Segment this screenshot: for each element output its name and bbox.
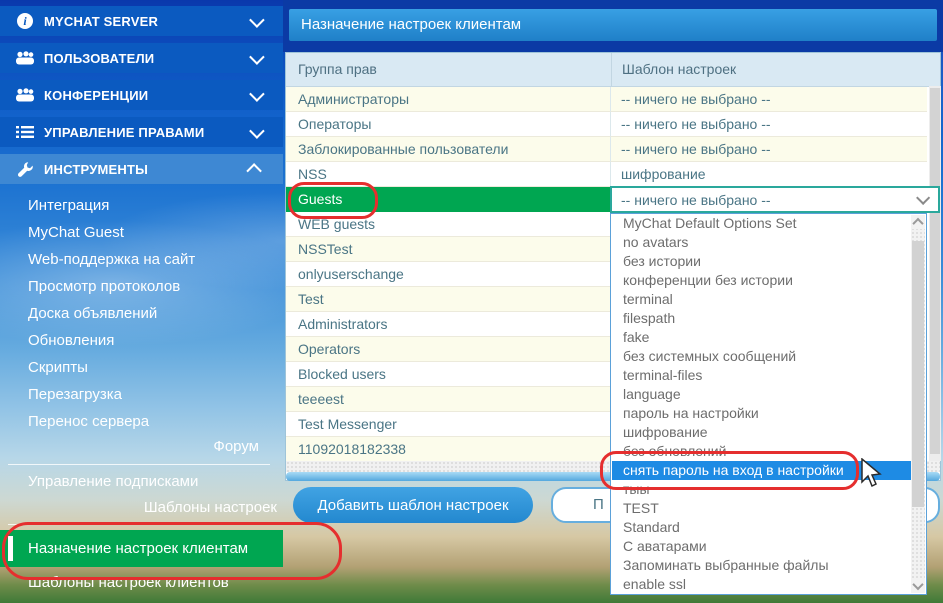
sidebar: i MYCHAT SERVER ПОЛЬЗОВАТЕЛИ КОНФЕРЕНЦИИ УПР…: [0, 0, 283, 603]
chevron-down-icon: [249, 86, 265, 102]
sidebar-item-forum[interactable]: Форум: [0, 438, 259, 455]
info-icon: i: [14, 13, 36, 29]
dropdown-item[interactable]: пароль на настройки: [612, 404, 912, 423]
dropdown-item[interactable]: terminal: [612, 290, 912, 309]
sidebar-subitem[interactable]: Перенос сервера: [0, 408, 283, 435]
template-cell[interactable]: -- ничего не выбрано --: [611, 112, 927, 137]
group-cell[interactable]: Операторы: [286, 112, 611, 137]
dropdown-scrollbar[interactable]: [911, 215, 925, 593]
template-select[interactable]: -- ничего не выбрано --: [610, 186, 940, 213]
sidebar-item-label: КОНФЕРЕНЦИИ: [44, 88, 250, 103]
dropdown-list: MyChat Default Options Setno avatarsбез …: [612, 214, 912, 594]
sidebar-subitem[interactable]: Скрипты: [0, 354, 283, 381]
tools-submenu: ИнтеграцияMyChat GuestWeb-поддержка на с…: [0, 192, 283, 435]
template-cell[interactable]: -- ничего не выбрано --: [611, 87, 927, 112]
scroll-down-icon[interactable]: [911, 579, 925, 593]
table-header: Группа прав Шаблон настроек: [286, 53, 940, 87]
group-cell[interactable]: 11092018182338: [286, 437, 611, 462]
dropdown-item[interactable]: С аватарами: [612, 537, 912, 556]
group-cell[interactable]: Operators: [286, 337, 611, 362]
sidebar-menu: i MYCHAT SERVER ПОЛЬЗОВАТЕЛИ КОНФЕРЕНЦИИ УПР…: [0, 0, 283, 184]
chevron-down-icon: [249, 49, 265, 65]
sidebar-item-0[interactable]: i MYCHAT SERVER: [0, 6, 283, 36]
dropdown-item[interactable]: без системных сообщений: [612, 347, 912, 366]
dropdown-item[interactable]: Standard: [612, 518, 912, 537]
group-cell[interactable]: Administrators: [286, 312, 611, 337]
dropdown-item[interactable]: language: [612, 385, 912, 404]
sidebar-item-subscriptions[interactable]: Управление подписками: [28, 473, 198, 490]
page-title: Назначение настроек клиентам: [289, 9, 937, 41]
chevron-down-icon: [916, 190, 930, 204]
chevron-down-icon: [249, 12, 265, 28]
table-row[interactable]: NSSшифрование: [286, 162, 927, 187]
sidebar-subitem[interactable]: Перезагрузка: [0, 381, 283, 408]
sidebar-subitem[interactable]: Web-поддержка на сайт: [0, 246, 283, 273]
sidebar-item-label: Назначение настроек клиентам: [28, 530, 248, 567]
conference-icon: [14, 88, 36, 102]
sidebar-subitem[interactable]: Доска объявлений: [0, 300, 283, 327]
group-cell[interactable]: WEB guests: [286, 212, 611, 237]
sidebar-item-label: ПОЛЬЗОВАТЕЛИ: [44, 51, 250, 66]
scrollbar-thumb[interactable]: [912, 241, 924, 507]
column-header-group[interactable]: Группа прав: [286, 53, 611, 86]
group-cell[interactable]: teeeest: [286, 387, 611, 412]
sidebar-item-label: MYCHAT SERVER: [44, 14, 250, 29]
table-row[interactable]: Заблокированные пользователи-- ничего не…: [286, 137, 927, 162]
active-marker: [8, 536, 13, 561]
dropdown-item[interactable]: конференции без истории: [612, 271, 912, 290]
column-header-template[interactable]: Шаблон настроек: [611, 53, 929, 86]
template-cell[interactable]: шифрование: [611, 162, 927, 187]
users-icon: [14, 51, 36, 65]
group-cell[interactable]: Test Messenger: [286, 412, 611, 437]
dropdown-item[interactable]: без обновлений: [612, 442, 912, 461]
sidebar-item-client-settings-templates[interactable]: Шаблоны настроек клиентов: [28, 574, 229, 591]
sidebar-subitem[interactable]: Просмотр протоколов: [0, 273, 283, 300]
group-cell[interactable]: NSSTest: [286, 237, 611, 262]
sidebar-item-label: ИНСТРУМЕНТЫ: [44, 162, 250, 177]
dropdown-item[interactable]: fake: [612, 328, 912, 347]
group-cell[interactable]: Blocked users: [286, 362, 611, 387]
table-row[interactable]: Администраторы-- ничего не выбрано --: [286, 87, 927, 112]
table-row[interactable]: Операторы-- ничего не выбрано --: [286, 112, 927, 137]
sidebar-subitem[interactable]: MyChat Guest: [0, 219, 283, 246]
sidebar-item-4[interactable]: ИНСТРУМЕНТЫ: [0, 154, 283, 184]
wrench-icon: [14, 161, 36, 178]
table-vertical-scrollbar[interactable]: [929, 86, 941, 461]
sidebar-item-2[interactable]: КОНФЕРЕНЦИИ: [0, 80, 283, 110]
select-value: -- ничего не выбрано --: [612, 192, 916, 208]
group-cell[interactable]: onlyuserschange: [286, 262, 611, 287]
dropdown-item[interactable]: шифрование: [612, 423, 912, 442]
dropdown-item[interactable]: enable ssl: [612, 575, 912, 594]
template-cell[interactable]: -- ничего не выбрано --: [611, 137, 927, 162]
dropdown-item[interactable]: снять пароль на вход в настройки: [612, 461, 912, 480]
add-template-button[interactable]: Добавить шаблон настроек: [293, 487, 533, 523]
scrollbar-thumb[interactable]: [930, 88, 940, 454]
sidebar-item-3[interactable]: УПРАВЛЕНИЕ ПРАВАМИ: [0, 117, 283, 147]
dropdown-item[interactable]: без истории: [612, 252, 912, 271]
sidebar-divider: [8, 464, 270, 465]
sidebar-item-assign-client-settings[interactable]: Назначение настроек клиентам: [0, 530, 283, 567]
dropdown-item[interactable]: MyChat Default Options Set: [612, 214, 912, 233]
sidebar-subitem[interactable]: Интеграция: [0, 192, 283, 219]
template-dropdown: MyChat Default Options Setno avatarsбез …: [610, 213, 927, 595]
list-icon: [14, 125, 36, 139]
scroll-up-icon[interactable]: [911, 215, 925, 229]
sidebar-item-1[interactable]: ПОЛЬЗОВАТЕЛИ: [0, 43, 283, 73]
dropdown-item[interactable]: Запоминать выбранные файлы: [612, 556, 912, 575]
dropdown-item[interactable]: filespath: [612, 309, 912, 328]
chevron-down-icon: [249, 123, 265, 139]
sidebar-item-settings-templates[interactable]: Шаблоны настроек: [0, 499, 277, 516]
dropdown-item[interactable]: TEST: [612, 499, 912, 518]
sidebar-item-label: УПРАВЛЕНИЕ ПРАВАМИ: [44, 125, 250, 140]
sidebar-divider: [8, 524, 270, 525]
group-cell[interactable]: Администраторы: [286, 87, 611, 112]
dropdown-item[interactable]: no avatars: [612, 233, 912, 252]
dropdown-item[interactable]: terminal-files: [612, 366, 912, 385]
group-cell[interactable]: Guests: [286, 187, 611, 212]
group-cell[interactable]: Test: [286, 287, 611, 312]
group-cell[interactable]: NSS: [286, 162, 611, 187]
sidebar-subitem[interactable]: Обновления: [0, 327, 283, 354]
group-cell[interactable]: Заблокированные пользователи: [286, 137, 611, 162]
dropdown-item[interactable]: тыы: [612, 480, 912, 499]
